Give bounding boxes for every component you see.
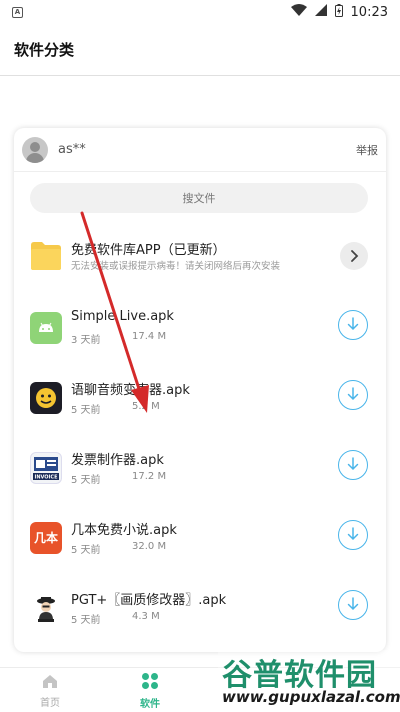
file-name: 语聊音频变声器.apk [71, 383, 190, 398]
nav-home-label: 首页 [40, 697, 60, 709]
status-right: 10:23 [290, 3, 388, 21]
nav-home[interactable]: 首页 [0, 668, 100, 712]
card-header: as** 举报 [14, 128, 386, 172]
nav-software-label: 软件 [140, 698, 160, 710]
page-title: 软件分类 [14, 41, 75, 59]
voice-changer-app-icon [30, 382, 62, 414]
file-age: 5 天前 [71, 405, 101, 416]
wifi-icon [290, 4, 307, 20]
avatar[interactable] [22, 136, 48, 163]
file-size: 5.2 M [132, 401, 160, 412]
grid-icon [141, 672, 159, 693]
download-button[interactable] [338, 590, 368, 620]
invoice-icon-text: INVOICE [34, 475, 58, 481]
download-button[interactable] [338, 310, 368, 340]
status-left: A [12, 6, 23, 18]
username: as** [58, 142, 86, 157]
folder-description: 无法安装或误报提示病毒！请关闭网络后再次安装 [71, 261, 281, 272]
search-input[interactable] [30, 183, 368, 213]
file-name: 几本免费小说.apk [71, 523, 177, 538]
file-size: 17.4 M [132, 331, 167, 342]
file-size: 32.0 M [132, 541, 167, 552]
file-name: Simple Live.apk [71, 309, 174, 324]
avatar-head [30, 141, 40, 152]
download-icon [346, 316, 360, 335]
file-size: 4.3 M [132, 611, 160, 622]
open-folder-button[interactable] [340, 242, 368, 270]
invoice-app-icon: INVOICE [30, 452, 62, 484]
file-name: 发票制作器.apk [71, 453, 164, 468]
file-age: 5 天前 [71, 475, 101, 486]
watermark-logo: 谷普软件园 www.gupuxlazal.com [218, 650, 400, 712]
avatar-body [26, 152, 44, 163]
file-name: PGT+〖画质修改器〗.apk [71, 593, 227, 608]
folder-row[interactable]: 免费软件库APP（已更新） 无法安装或误报提示病毒！请关闭网络后再次安装 [14, 229, 386, 299]
file-row[interactable]: Simple Live.apk 3 天前 17.4 M [14, 299, 386, 369]
report-link[interactable]: 举报 [356, 142, 378, 158]
file-age: 5 天前 [71, 545, 101, 556]
pgt-app-icon [30, 592, 62, 624]
file-age: 5 天前 [71, 615, 101, 626]
signal-icon [314, 4, 327, 20]
file-row[interactable]: 几本 几本免费小说.apk 5 天前 32.0 M [14, 509, 386, 579]
chevron-right-icon [349, 247, 359, 266]
android-icon [30, 312, 62, 344]
download-button[interactable] [338, 450, 368, 480]
app-notification-icon: A [12, 6, 23, 18]
file-row[interactable]: 语聊音频变声器.apk 5 天前 5.2 M [14, 369, 386, 439]
novel-icon-text: 几本 [34, 530, 58, 545]
home-icon [41, 673, 59, 692]
nav-software[interactable]: 软件 [100, 668, 200, 712]
download-icon [346, 526, 360, 545]
file-age: 3 天前 [71, 335, 101, 346]
app-header: 软件分类 [0, 24, 400, 76]
battery-icon [334, 3, 343, 21]
download-icon [346, 596, 360, 615]
download-icon [346, 456, 360, 475]
watermark-url: www.gupuxlazal.com [222, 688, 400, 706]
file-size: 17.2 M [132, 471, 167, 482]
share-card: as** 举报 免费软件库APP（已更新） 无法安装或误报提示病毒！请关闭网络后… [14, 128, 386, 652]
file-row[interactable]: INVOICE 发票制作器.apk 5 天前 17.2 M [14, 439, 386, 509]
status-bar: A 10:23 [0, 0, 400, 24]
folder-icon [30, 241, 62, 271]
folder-name: 免费软件库APP（已更新） [71, 243, 226, 258]
download-button[interactable] [338, 520, 368, 550]
clock: 10:23 [350, 4, 388, 20]
download-button[interactable] [338, 380, 368, 410]
download-icon [346, 386, 360, 405]
novel-app-icon: 几本 [30, 522, 62, 554]
file-row[interactable]: PGT+〖画质修改器〗.apk 5 天前 4.3 M [14, 579, 386, 649]
